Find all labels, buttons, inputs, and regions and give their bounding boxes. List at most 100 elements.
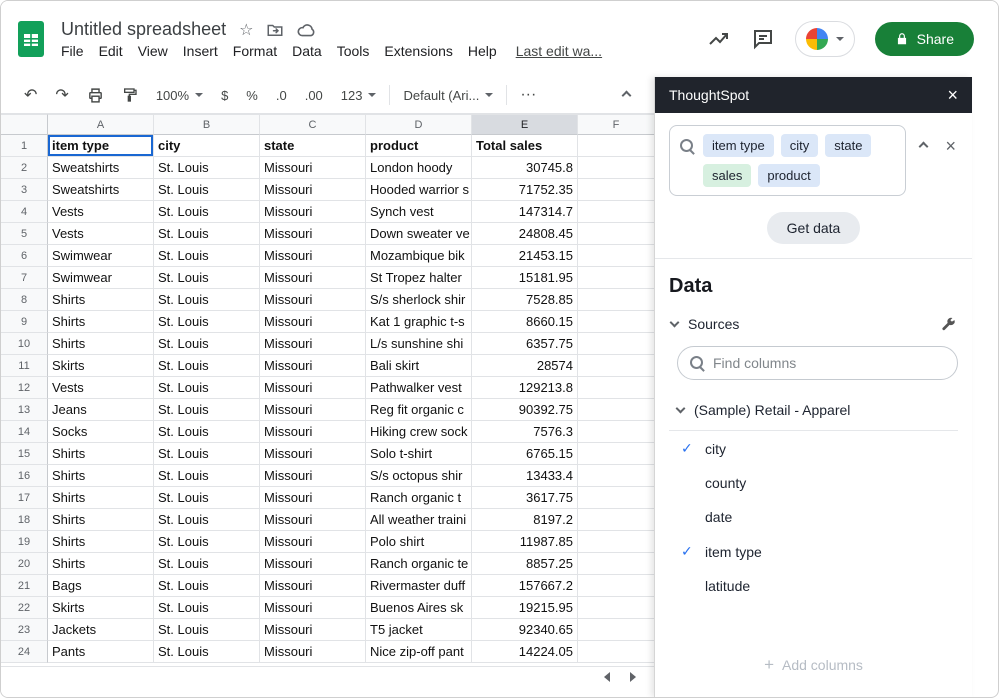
cell-C8[interactable]: Missouri	[260, 289, 366, 311]
row-header-24[interactable]: 24	[1, 641, 48, 663]
cell-F3[interactable]	[578, 179, 654, 201]
cell-A1[interactable]: item type	[48, 135, 154, 157]
star-icon[interactable]: ☆	[239, 20, 253, 40]
cell-C11[interactable]: Missouri	[260, 355, 366, 377]
insights-icon[interactable]	[707, 27, 731, 51]
cell-A14[interactable]: Socks	[48, 421, 154, 443]
zoom-select[interactable]: 100%	[156, 88, 203, 103]
cell-C24[interactable]: Missouri	[260, 641, 366, 663]
row-header-19[interactable]: 19	[1, 531, 48, 553]
cell-E7[interactable]: 15181.95	[472, 267, 578, 289]
share-button[interactable]: Share	[875, 22, 974, 56]
source-column-city[interactable]: ✓city	[669, 431, 958, 466]
cell-A12[interactable]: Vests	[48, 377, 154, 399]
cell-F24[interactable]	[578, 641, 654, 663]
row-header-4[interactable]: 4	[1, 201, 48, 223]
cell-C18[interactable]: Missouri	[260, 509, 366, 531]
cell-E19[interactable]: 11987.85	[472, 531, 578, 553]
cell-D9[interactable]: Kat 1 graphic t-s	[366, 311, 472, 333]
row-header-3[interactable]: 3	[1, 179, 48, 201]
column-header-C[interactable]: C	[260, 114, 366, 135]
cell-D15[interactable]: Solo t-shirt	[366, 443, 472, 465]
sheets-logo-icon[interactable]	[17, 19, 47, 59]
cell-B17[interactable]: St. Louis	[154, 487, 260, 509]
source-column-date[interactable]: date	[669, 500, 958, 534]
cell-F16[interactable]	[578, 465, 654, 487]
paint-format-icon[interactable]	[122, 87, 138, 103]
cell-B9[interactable]: St. Louis	[154, 311, 260, 333]
print-icon[interactable]	[87, 87, 104, 104]
cell-C4[interactable]: Missouri	[260, 201, 366, 223]
cell-E13[interactable]: 90392.75	[472, 399, 578, 421]
cell-D8[interactable]: S/s sherlock shir	[366, 289, 472, 311]
cell-C12[interactable]: Missouri	[260, 377, 366, 399]
row-header-15[interactable]: 15	[1, 443, 48, 465]
cell-B14[interactable]: St. Louis	[154, 421, 260, 443]
cell-E15[interactable]: 6765.15	[472, 443, 578, 465]
cell-F17[interactable]	[578, 487, 654, 509]
sources-section-toggle[interactable]: Sources	[669, 312, 958, 346]
source-column-county[interactable]: county	[669, 466, 958, 500]
cell-C14[interactable]: Missouri	[260, 421, 366, 443]
cell-C20[interactable]: Missouri	[260, 553, 366, 575]
cell-A16[interactable]: Shirts	[48, 465, 154, 487]
cell-F18[interactable]	[578, 509, 654, 531]
document-title[interactable]: Untitled spreadsheet	[61, 19, 226, 40]
cell-E1[interactable]: Total sales	[472, 135, 578, 157]
cell-E3[interactable]: 71752.35	[472, 179, 578, 201]
cell-E20[interactable]: 8857.25	[472, 553, 578, 575]
cell-F2[interactable]	[578, 157, 654, 179]
cell-C2[interactable]: Missouri	[260, 157, 366, 179]
cell-D20[interactable]: Ranch organic te	[366, 553, 472, 575]
row-header-5[interactable]: 5	[1, 223, 48, 245]
cell-C19[interactable]: Missouri	[260, 531, 366, 553]
cell-D13[interactable]: Reg fit organic c	[366, 399, 472, 421]
horizontal-scrollbar[interactable]	[1, 666, 654, 687]
cell-F4[interactable]	[578, 201, 654, 223]
column-header-F[interactable]: F	[578, 114, 654, 135]
menu-data[interactable]: Data	[292, 43, 322, 59]
cell-A9[interactable]: Shirts	[48, 311, 154, 333]
scroll-left-icon[interactable]	[602, 670, 612, 684]
search-token-item-type[interactable]: item type	[703, 134, 774, 157]
row-header-12[interactable]: 12	[1, 377, 48, 399]
decrease-decimal-button[interactable]: .0	[276, 88, 287, 103]
source-toggle[interactable]: (Sample) Retail - Apparel	[669, 394, 958, 431]
font-select[interactable]: Default (Ari...	[403, 88, 493, 103]
cell-E16[interactable]: 13433.4	[472, 465, 578, 487]
collapse-toolbar-icon[interactable]	[619, 88, 634, 103]
cell-E24[interactable]: 14224.05	[472, 641, 578, 663]
cell-D16[interactable]: S/s octopus shir	[366, 465, 472, 487]
row-header-20[interactable]: 20	[1, 553, 48, 575]
undo-icon[interactable]: ↶	[24, 85, 37, 105]
cell-C21[interactable]: Missouri	[260, 575, 366, 597]
row-header-22[interactable]: 22	[1, 597, 48, 619]
format-currency-button[interactable]: $	[221, 88, 228, 103]
scroll-right-icon[interactable]	[628, 670, 638, 684]
wrench-icon[interactable]	[940, 316, 956, 332]
source-column-item-type[interactable]: ✓item type	[669, 534, 958, 569]
cell-B1[interactable]: city	[154, 135, 260, 157]
cell-A7[interactable]: Swimwear	[48, 267, 154, 289]
cell-D6[interactable]: Mozambique bik	[366, 245, 472, 267]
cell-D11[interactable]: Bali skirt	[366, 355, 472, 377]
cell-E6[interactable]: 21453.15	[472, 245, 578, 267]
menu-file[interactable]: File	[61, 43, 84, 59]
move-folder-icon[interactable]	[266, 21, 284, 39]
column-header-B[interactable]: B	[154, 114, 260, 135]
cell-C6[interactable]: Missouri	[260, 245, 366, 267]
cell-B19[interactable]: St. Louis	[154, 531, 260, 553]
clear-search-icon[interactable]: ×	[945, 137, 956, 155]
cell-D19[interactable]: Polo shirt	[366, 531, 472, 553]
cell-C9[interactable]: Missouri	[260, 311, 366, 333]
row-header-8[interactable]: 8	[1, 289, 48, 311]
cell-D17[interactable]: Ranch organic t	[366, 487, 472, 509]
row-header-21[interactable]: 21	[1, 575, 48, 597]
menu-format[interactable]: Format	[233, 43, 277, 59]
cell-A22[interactable]: Skirts	[48, 597, 154, 619]
row-header-23[interactable]: 23	[1, 619, 48, 641]
cell-C7[interactable]: Missouri	[260, 267, 366, 289]
cell-B12[interactable]: St. Louis	[154, 377, 260, 399]
menu-edit[interactable]: Edit	[99, 43, 123, 59]
cell-B15[interactable]: St. Louis	[154, 443, 260, 465]
